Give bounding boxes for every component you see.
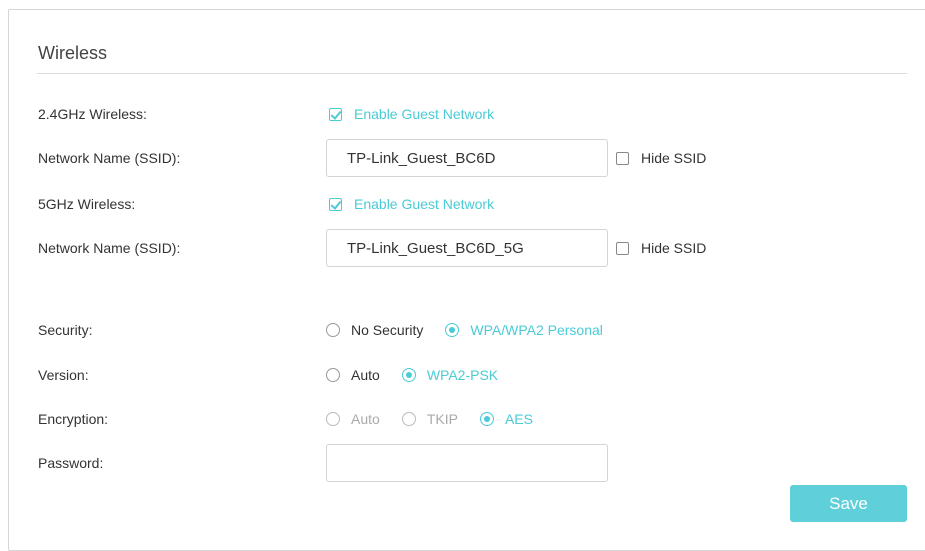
password-label: Password: [38,455,104,471]
encryption-tkip-radio[interactable]: TKIP [401,411,458,427]
ssid-24-label: Network Name (SSID): [38,150,181,166]
hide-ssid-24-label: Hide SSID [641,150,707,166]
security-label: Security: [38,322,93,338]
security-no-security-radio[interactable]: No Security [326,322,423,338]
version-radio-group: Auto WPA2-PSK [326,367,520,383]
section-divider [37,73,907,74]
enable-guest-5-checkbox[interactable]: Enable Guest Network [329,196,494,212]
version-label: Version: [38,367,89,383]
checkbox-empty-icon [616,241,629,255]
encryption-auto-radio[interactable]: Auto [326,411,380,427]
checkbox-empty-icon [616,151,629,165]
hide-ssid-24-checkbox[interactable]: Hide SSID [616,150,706,166]
hide-ssid-5-checkbox[interactable]: Hide SSID [616,240,706,256]
encryption-aes-radio[interactable]: AES [479,411,533,427]
enable-guest-5-label: Enable Guest Network [354,196,495,212]
checkbox-checked-icon [329,107,342,121]
radio-selected-icon [445,323,460,337]
radio-empty-icon [326,368,340,382]
ssid-5-input[interactable] [326,229,608,267]
security-wpa-personal-radio[interactable]: WPA/WPA2 Personal [445,322,603,338]
encryption-label: Encryption: [38,411,109,427]
radio-selected-icon [401,368,416,382]
enable-guest-24-checkbox[interactable]: Enable Guest Network [329,106,494,122]
ssid-5-label: Network Name (SSID): [38,240,181,256]
radio-empty-icon [326,323,340,337]
hide-ssid-5-label: Hide SSID [641,240,707,256]
encryption-radio-group: Auto TKIP AES [326,411,555,427]
wireless-5-label: 5GHz Wireless: [38,196,136,212]
wireless-24-label: 2.4GHz Wireless: [38,106,147,122]
enable-guest-24-label: Enable Guest Network [354,106,495,122]
section-title: Wireless [38,43,108,63]
version-auto-radio[interactable]: Auto [326,367,380,383]
radio-empty-icon [326,412,340,426]
version-wpa2-psk-radio[interactable]: WPA2-PSK [401,367,498,383]
security-radio-group: No Security WPA/WPA2 Personal [326,322,625,338]
radio-empty-icon [401,412,416,426]
save-button[interactable]: Save [790,485,907,522]
ssid-24-input[interactable] [326,139,608,177]
checkbox-checked-icon [329,197,342,211]
password-input[interactable] [326,444,608,482]
radio-selected-icon [479,412,494,426]
